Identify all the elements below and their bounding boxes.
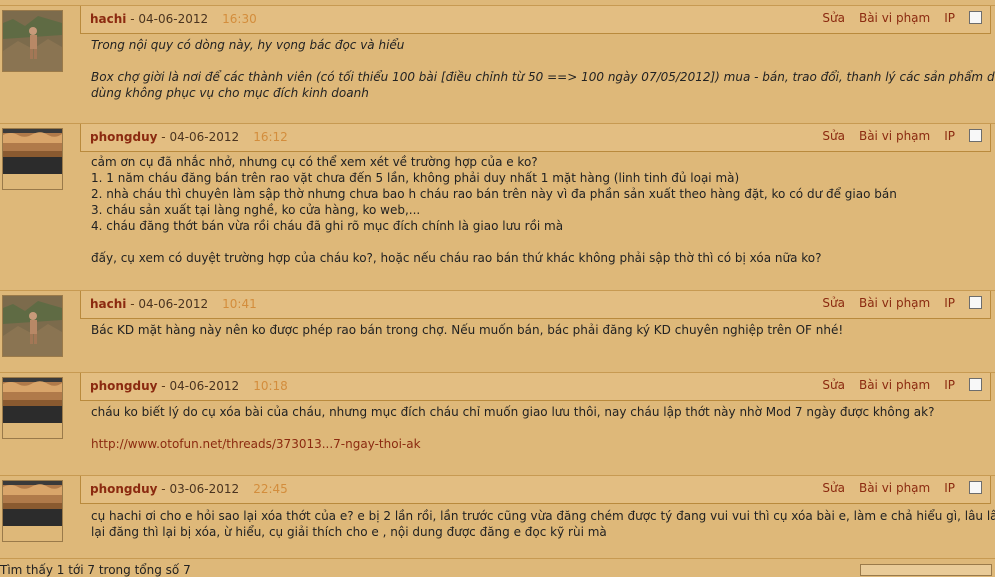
post-tools: Sửa Bài vi phạm IP	[808, 11, 982, 25]
post-meta: hachi - 04-06-2012 10:41	[90, 297, 257, 311]
post-header: phongduy - 03-06-2012 22:45 Sửa Bài vi phạ…	[80, 476, 991, 504]
post-meta: phongduy - 04-06-2012 16:12	[90, 130, 288, 144]
post-header: phongduy - 04-06-2012 16:12 Sửa Bài vi phạ…	[80, 124, 991, 152]
post-date: 03-06-2012	[169, 482, 240, 496]
separator: -	[157, 379, 170, 393]
edit-link[interactable]: Sửa	[822, 11, 845, 25]
post-line: 1. 1 năm cháu đăng bán trên rao vặt chưa…	[91, 171, 740, 185]
select-checkbox[interactable]	[969, 296, 982, 309]
post-line: Bác KD mặt hàng này nên ko được phép rao…	[91, 323, 844, 337]
post-line: đấy, cụ xem có duyệt trường hợp của cháu…	[91, 251, 822, 265]
post-line	[91, 234, 985, 250]
post: phongduy - 03-06-2012 22:45 Sửa Bài vi phạ…	[0, 475, 995, 556]
post-meta: phongduy - 04-06-2012 10:18	[90, 379, 288, 393]
username[interactable]: phongduy	[90, 130, 157, 144]
post-line: Trong nội quy có dòng này, hy vọng bác đ…	[91, 38, 405, 52]
post-date: 04-06-2012	[138, 12, 209, 26]
report-link[interactable]: Bài vi phạm	[859, 296, 930, 310]
edit-link[interactable]: Sửa	[822, 378, 845, 392]
separator: -	[126, 297, 139, 311]
report-link[interactable]: Bài vi phạm	[859, 129, 930, 143]
post-date: 04-06-2012	[169, 130, 240, 144]
page-nav[interactable]	[860, 564, 992, 576]
report-link[interactable]: Bài vi phạm	[859, 378, 930, 392]
post-tools: Sửa Bài vi phạm IP	[808, 378, 982, 392]
post-line: http://www.otofun.net/threads/373013...7…	[91, 436, 985, 452]
post-line	[91, 420, 985, 436]
post-body: cháu ko biết lý do cụ xóa bài của cháu, …	[91, 404, 985, 452]
post-line: dùng không phục vụ cho mục đích kinh doa…	[91, 86, 369, 100]
select-checkbox[interactable]	[969, 129, 982, 142]
post-line: cháu ko biết lý do cụ xóa bài của cháu, …	[91, 405, 935, 419]
ip-link[interactable]: IP	[944, 296, 955, 310]
username[interactable]: phongduy	[90, 379, 157, 393]
ip-link[interactable]: IP	[944, 481, 955, 495]
separator: -	[126, 12, 139, 26]
post-meta: phongduy - 03-06-2012 22:45	[90, 482, 288, 496]
ip-link[interactable]: IP	[944, 11, 955, 25]
pagination-bar: Tìm thấy 1 tới 7 trong tổng số 7	[0, 558, 995, 577]
post-line: Box chợ giời là nơi để các thành viên (c…	[91, 70, 995, 84]
post-time: 16:12	[253, 130, 288, 144]
avatar[interactable]	[2, 377, 63, 439]
separator: -	[157, 482, 170, 496]
edit-link[interactable]: Sửa	[822, 129, 845, 143]
username[interactable]: hachi	[90, 12, 126, 26]
post-line	[91, 53, 985, 69]
select-checkbox[interactable]	[969, 481, 982, 494]
report-link[interactable]: Bài vi phạm	[859, 11, 930, 25]
avatar[interactable]	[2, 480, 63, 542]
post-header: phongduy - 04-06-2012 10:18 Sửa Bài vi phạ…	[80, 373, 991, 401]
post-line: cảm ơn cụ đã nhắc nhở, nhưng cụ có thể x…	[91, 155, 538, 169]
post-time: 10:18	[253, 379, 288, 393]
username[interactable]: hachi	[90, 297, 126, 311]
post-time: 16:30	[222, 12, 257, 26]
select-checkbox[interactable]	[969, 11, 982, 24]
post: phongduy - 04-06-2012 10:18 Sửa Bài vi phạ…	[0, 372, 995, 465]
username[interactable]: phongduy	[90, 482, 157, 496]
edit-link[interactable]: Sửa	[822, 296, 845, 310]
post-line: 3. cháu sản xuất tại làng nghề, ko cửa h…	[91, 203, 421, 217]
post-body: cụ hachi ơi cho e hỏi sao lại xóa thớt c…	[91, 508, 995, 540]
post-body: Bác KD mặt hàng này nên ko được phép rao…	[91, 322, 985, 338]
post-line: 2. nhà cháu thì chuyên làm sập thờ nhưng…	[91, 187, 897, 201]
post-meta: hachi - 04-06-2012 16:30	[90, 12, 257, 26]
results-count: Tìm thấy 1 tới 7 trong tổng số 7	[0, 563, 191, 577]
post-line: lại đăng thì lại bị xóa, ừ hiểu, cụ giải…	[91, 525, 607, 539]
edit-link[interactable]: Sửa	[822, 481, 845, 495]
ip-link[interactable]: IP	[944, 378, 955, 392]
post-header: hachi - 04-06-2012 10:41 Sửa Bài vi phạm IP	[80, 291, 991, 319]
post-body: Trong nội quy có dòng này, hy vọng bác đ…	[91, 37, 995, 101]
post-date: 04-06-2012	[138, 297, 209, 311]
report-link[interactable]: Bài vi phạm	[859, 481, 930, 495]
ip-link[interactable]: IP	[944, 129, 955, 143]
post-header: hachi - 04-06-2012 16:30 Sửa Bài vi phạm IP	[80, 6, 991, 34]
post-body: cảm ơn cụ đã nhắc nhở, nhưng cụ có thể x…	[91, 154, 985, 266]
post-time: 22:45	[253, 482, 288, 496]
post-tools: Sửa Bài vi phạm IP	[808, 129, 982, 143]
post-line: cụ hachi ơi cho e hỏi sao lại xóa thớt c…	[91, 509, 995, 523]
post: phongduy - 04-06-2012 16:12 Sửa Bài vi phạ…	[0, 123, 995, 280]
post-tools: Sửa Bài vi phạm IP	[808, 296, 982, 310]
post-line: 4. cháu đăng thớt bán vừa rồi cháu đã gh…	[91, 219, 564, 233]
separator: -	[157, 130, 170, 144]
post-date: 04-06-2012	[169, 379, 240, 393]
post: hachi - 04-06-2012 10:41 Sửa Bài vi phạm IP…	[0, 290, 995, 362]
post: hachi - 04-06-2012 16:30 Sửa Bài vi phạm IP…	[0, 5, 995, 113]
avatar[interactable]	[2, 295, 63, 357]
thread-link[interactable]: http://www.otofun.net/threads/373013...7…	[91, 437, 421, 451]
select-checkbox[interactable]	[969, 378, 982, 391]
post-time: 10:41	[222, 297, 257, 311]
post-tools: Sửa Bài vi phạm IP	[808, 481, 982, 495]
avatar[interactable]	[2, 128, 63, 190]
avatar[interactable]	[2, 10, 63, 72]
